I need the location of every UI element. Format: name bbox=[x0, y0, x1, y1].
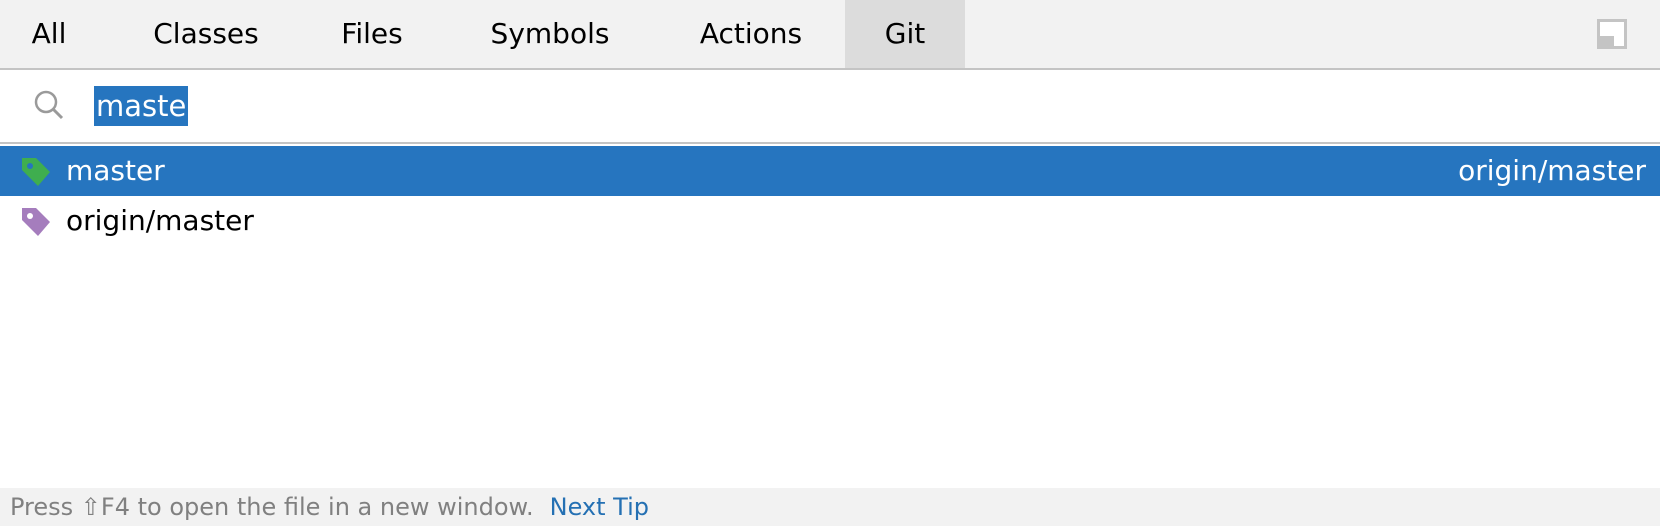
result-item[interactable]: master origin/master bbox=[0, 146, 1660, 196]
result-name: origin/master bbox=[66, 204, 254, 237]
tab-git[interactable]: Git bbox=[845, 0, 965, 68]
result-location: origin/master bbox=[1458, 154, 1646, 187]
tab-symbols[interactable]: Symbols bbox=[470, 0, 630, 68]
tip-text: Press ⇧F4 to open the file in a new wind… bbox=[10, 493, 534, 521]
next-tip-link[interactable]: Next Tip bbox=[550, 493, 649, 521]
tag-icon bbox=[22, 208, 50, 236]
open-in-window-icon[interactable] bbox=[1597, 19, 1627, 49]
tip-footer: Press ⇧F4 to open the file in a new wind… bbox=[0, 488, 1660, 526]
tab-all[interactable]: All bbox=[14, 0, 84, 68]
result-name: master bbox=[66, 154, 165, 187]
tag-icon bbox=[22, 158, 50, 186]
tab-bar: All Classes Files Symbols Actions Git bbox=[0, 0, 1660, 70]
tab-classes[interactable]: Classes bbox=[132, 0, 280, 68]
tab-actions[interactable]: Actions bbox=[676, 0, 826, 68]
tab-files[interactable]: Files bbox=[322, 0, 422, 68]
search-input[interactable]: maste bbox=[94, 86, 189, 126]
result-item[interactable]: origin/master bbox=[0, 196, 1660, 246]
search-bar: maste bbox=[0, 70, 1660, 144]
search-icon bbox=[34, 90, 64, 120]
